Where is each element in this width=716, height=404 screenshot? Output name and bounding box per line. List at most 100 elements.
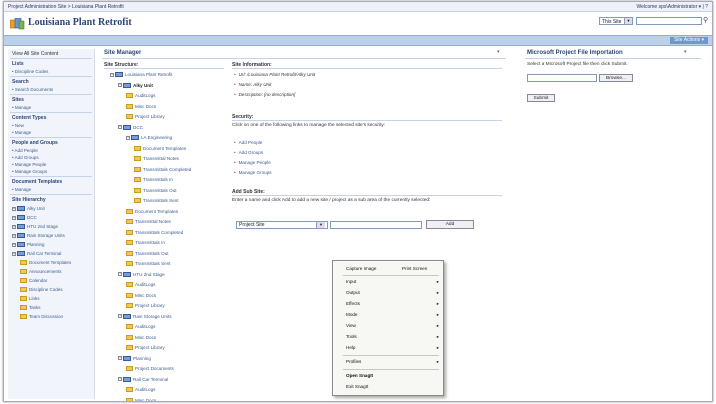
hierarchy-item[interactable]: Team Discussion [20, 314, 63, 320]
menu-item-capture-image[interactable]: Capture Image [346, 266, 376, 271]
expand-icon[interactable]: + [12, 242, 16, 247]
tree-site-node[interactable]: − Rain Storage Units [118, 313, 172, 320]
menu-item-effects[interactable]: Effects [346, 301, 360, 306]
collapse-icon[interactable]: − [126, 135, 130, 140]
collapse-icon[interactable]: − [118, 356, 122, 361]
nav-heading-content-types[interactable]: Content Types [12, 115, 46, 121]
hierarchy-item[interactable]: Calendar [20, 278, 47, 284]
security-link-manage-groups[interactable]: Manage Groups [234, 170, 272, 175]
hierarchy-item[interactable]: Document Templates [20, 260, 71, 266]
tree-library-node[interactable]: AuditLogs [126, 386, 155, 393]
nav-item-manage-groups[interactable]: • Manage Groups [12, 169, 47, 174]
tree-library-node[interactable]: Transmittals In [134, 176, 173, 183]
add-button[interactable]: Add [426, 220, 474, 229]
welcome-menu[interactable]: Welcome sps\Administrator ▾ | ? [636, 4, 708, 10]
nav-heading-sites[interactable]: Sites [12, 97, 24, 103]
collapse-icon[interactable]: − [110, 72, 114, 77]
tree-site-node[interactable]: − Louisiana Plant Retrofit [110, 71, 173, 78]
tree-library-node[interactable]: Misc Docs [126, 334, 156, 341]
menu-item-mode[interactable]: Mode [346, 312, 358, 317]
expand-icon[interactable]: + [12, 215, 16, 220]
tree-site-node[interactable]: − Planning [118, 355, 151, 362]
hierarchy-item[interactable]: + HTU 2nd Stage [12, 224, 58, 230]
tree-library-node[interactable]: Transmittals In [126, 239, 165, 246]
view-all-site-content-link[interactable]: View All Site Content [12, 51, 58, 57]
tree-library-node[interactable]: AuditLogs [126, 323, 155, 330]
tree-library-node[interactable]: Transmittals Completed [134, 166, 191, 173]
tree-library-node[interactable]: AuditLogs [126, 281, 155, 288]
search-input[interactable] [636, 17, 702, 25]
security-link-add-people[interactable]: Add People [234, 140, 263, 145]
nav-item-manage-people[interactable]: • Manage People [12, 162, 46, 167]
security-link-manage-people[interactable]: Manage People [234, 160, 271, 165]
tree-library-node[interactable]: Project Library [126, 302, 165, 309]
tree-library-node[interactable]: Misc Docs [126, 103, 156, 110]
collapse-icon[interactable]: − [118, 125, 122, 130]
collapse-icon[interactable]: − [118, 272, 122, 277]
nav-heading-people-groups[interactable]: People and Groups [12, 140, 58, 146]
menu-item-view[interactable]: View [346, 323, 356, 328]
tree-library-node[interactable]: Project Library [126, 344, 165, 351]
sub-site-name-input[interactable] [330, 221, 422, 229]
nav-heading-search[interactable]: Search [12, 79, 29, 85]
hierarchy-item[interactable]: + Rail Car Terminal [12, 251, 61, 257]
nav-item-add-groups[interactable]: • Add Groups [12, 155, 39, 160]
tree-site-node[interactable]: − HTU 2nd Stage [118, 271, 165, 278]
sub-site-type-select[interactable]: Project Site ▼ [236, 221, 328, 229]
hierarchy-item[interactable]: + Rain Storage Units [12, 233, 65, 239]
expand-icon[interactable]: + [12, 251, 16, 256]
panel-menu-icon[interactable]: ▾ [497, 49, 500, 55]
tree-library-node[interactable]: Document Templates [134, 145, 186, 152]
nav-item-templates-manage[interactable]: • Manage [12, 187, 31, 192]
tree-library-node[interactable]: Misc Docs [126, 292, 156, 299]
tree-library-node[interactable]: Document Templates [126, 208, 178, 215]
expand-icon[interactable]: + [12, 233, 16, 238]
nav-item-discipline-codes[interactable]: • Discipline Codes [12, 69, 48, 74]
tree-library-node[interactable]: Transmittals Sent [134, 197, 179, 204]
tree-library-node[interactable]: Project Library [126, 113, 165, 120]
collapse-icon[interactable]: − [118, 83, 122, 88]
panel-menu-icon[interactable]: ▾ [684, 49, 687, 55]
nav-heading-lists[interactable]: Lists [12, 61, 24, 67]
hierarchy-item[interactable]: + Alky Unit [12, 206, 45, 212]
menu-item-exit-snagit[interactable]: Exit SnagIt [346, 384, 368, 389]
tree-site-node[interactable]: − Alky Unit [118, 82, 153, 89]
nav-item-content-types-new[interactable]: • New [12, 123, 24, 128]
menu-item-open-snagit[interactable]: Open SnagIt [346, 373, 373, 378]
menu-item-output[interactable]: Output [346, 290, 360, 295]
tree-library-node[interactable]: Misc Docs [126, 397, 156, 401]
collapse-icon[interactable]: − [118, 314, 122, 319]
hierarchy-item[interactable]: + Planning [12, 242, 45, 248]
search-icon[interactable]: ⚲ [703, 16, 708, 24]
submit-button[interactable]: Submit [527, 94, 555, 102]
tree-library-node[interactable]: Transmittal Notes [126, 218, 171, 225]
hierarchy-item[interactable]: + DCC [12, 215, 37, 221]
nav-item-search-documents[interactable]: • Search Documents [12, 87, 53, 92]
hierarchy-item[interactable]: Discipline Codes [20, 287, 63, 293]
tree-site-node[interactable]: − Rail Car Terminal [118, 376, 168, 383]
tree-library-node[interactable]: Transmittals Out [126, 250, 169, 257]
chevron-down-icon[interactable]: ▼ [624, 18, 632, 24]
tree-library-node[interactable]: Transmittals Out [134, 187, 177, 194]
tree-site-node[interactable]: − LA Engineering [126, 134, 172, 141]
security-link-add-groups[interactable]: Add Groups [234, 150, 264, 155]
menu-item-tools[interactable]: Tools [346, 334, 357, 339]
tree-library-node[interactable]: Project Documents [126, 365, 174, 372]
chevron-down-icon[interactable]: ▼ [316, 222, 325, 228]
hierarchy-item[interactable]: Announcements [20, 269, 62, 275]
tree-site-node[interactable]: − DCC [118, 124, 143, 131]
breadcrumb[interactable]: Project Administration Site > Louisiana … [8, 4, 124, 10]
hierarchy-item[interactable]: Tasks [20, 305, 41, 311]
tree-library-node[interactable]: Transmittals Sent [126, 260, 171, 267]
site-actions-button[interactable]: Site Actions ▾ [669, 37, 708, 44]
browse-button[interactable]: Browse... [599, 74, 633, 82]
nav-heading-site-hierarchy[interactable]: Site Hierarchy [12, 197, 46, 203]
tree-library-node[interactable]: AuditLogs [126, 92, 155, 99]
menu-item-profiles[interactable]: Profiles [346, 359, 361, 364]
menu-item-input[interactable]: Input [346, 279, 356, 284]
nav-item-add-people[interactable]: • Add People [12, 148, 38, 153]
nav-item-sites-manage[interactable]: • Manage [12, 105, 31, 110]
nav-item-content-types-manage[interactable]: • Manage [12, 130, 31, 135]
file-path-input[interactable] [527, 74, 597, 82]
expand-icon[interactable]: + [12, 224, 16, 229]
